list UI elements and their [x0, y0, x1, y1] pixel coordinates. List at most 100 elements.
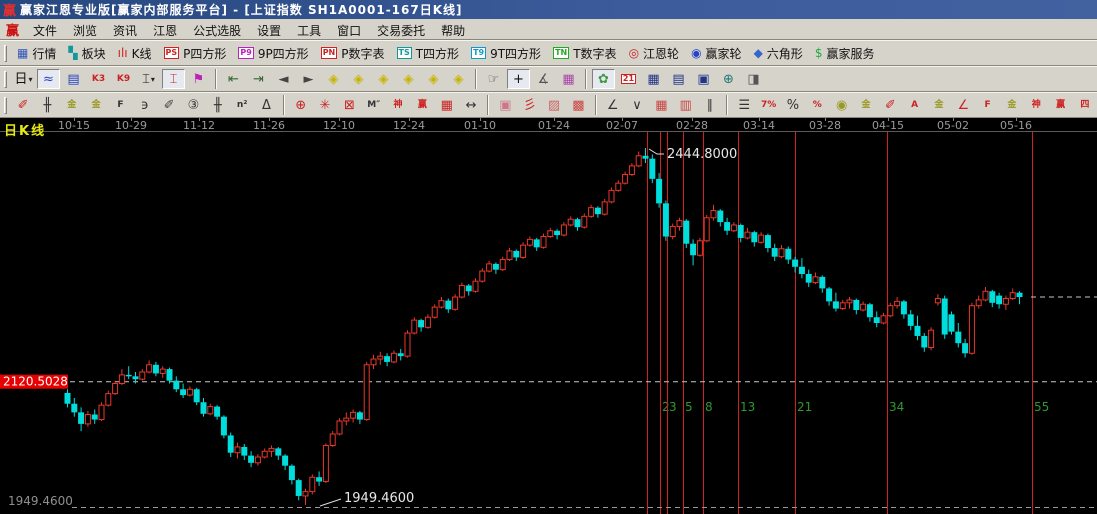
candle-type-dropdown-icon[interactable]: ▾: [151, 75, 155, 84]
9p-square-button[interactable]: P99P四方形: [233, 42, 313, 64]
win-angle-button[interactable]: 赢: [1049, 95, 1071, 115]
measure-angle-button[interactable]: ∡: [532, 69, 555, 89]
grid-ruler-button[interactable]: ▦: [436, 95, 458, 115]
chart-style-button[interactable]: ≈: [37, 69, 60, 89]
a-line-button[interactable]: A: [903, 95, 925, 115]
flag-chart-button[interactable]: ⚑: [187, 69, 210, 89]
winner-service-button[interactable]: $赢家服务: [810, 42, 880, 64]
percent-7-button[interactable]: 7%: [757, 95, 779, 115]
n-squared-button[interactable]: n²: [231, 95, 253, 115]
menu-item-7[interactable]: 工具: [289, 22, 329, 40]
goto-first-button[interactable]: ⇤: [222, 69, 245, 89]
save-button[interactable]: ▣: [692, 69, 715, 89]
period-day-button[interactable]: 日▾: [12, 69, 35, 89]
kline-chart[interactable]: 2358132134552120.50282444.80001949.46001…: [0, 132, 1097, 514]
angle-lines-button[interactable]: ∠: [602, 95, 624, 115]
kline-3-button[interactable]: K3: [87, 69, 110, 89]
menu-item-9[interactable]: 交易委托: [369, 22, 433, 40]
menu-item-6[interactable]: 设置: [249, 22, 289, 40]
crosshair-button[interactable]: +: [507, 69, 530, 89]
v-lines-button[interactable]: ∨: [626, 95, 648, 115]
chart-area[interactable]: 日K线 2358132134552120.50282444.80001949.4…: [0, 132, 1097, 514]
gann-right-button[interactable]: ◈: [347, 69, 370, 89]
menu-item-10[interactable]: 帮助: [433, 22, 473, 40]
circle-3-button[interactable]: ③: [182, 95, 204, 115]
kline-9-button[interactable]: K9: [112, 69, 135, 89]
sectors-button[interactable]: ▚板块: [63, 42, 110, 64]
gann-center-button[interactable]: ◈: [397, 69, 420, 89]
fence-button[interactable]: ╫: [36, 95, 58, 115]
network-button[interactable]: ⊕: [717, 69, 740, 89]
gann-left-button[interactable]: ◈: [322, 69, 345, 89]
f-fence-button[interactable]: F: [109, 95, 131, 115]
hexagon-button[interactable]: ◆六角形: [749, 42, 808, 64]
menu-item-3[interactable]: 资讯: [105, 22, 145, 40]
t-number-table-button[interactable]: TNT数字表: [548, 42, 622, 64]
gold-circle-button[interactable]: ◉: [830, 95, 852, 115]
hatch-box-2-button[interactable]: ▩: [567, 95, 589, 115]
drag-hand-button[interactable]: ☞: [482, 69, 505, 89]
fence-2-button[interactable]: ╫: [207, 95, 229, 115]
grid-purple-button[interactable]: ▦: [557, 69, 580, 89]
m-wave-button[interactable]: M″: [363, 95, 385, 115]
triangle-mirror-button[interactable]: Δ: [255, 95, 277, 115]
p-square-button[interactable]: PSP四方形: [159, 42, 232, 64]
god-angle-button[interactable]: 神: [1025, 95, 1047, 115]
gold-fence-2-button[interactable]: 金: [85, 95, 107, 115]
menu-item-1[interactable]: 文件: [25, 22, 65, 40]
four-angle-button[interactable]: 四: [1074, 95, 1096, 115]
kline-button[interactable]: ılıK线: [113, 42, 157, 64]
gold-angle-button[interactable]: 金: [1001, 95, 1023, 115]
pen-angle-button[interactable]: ✐: [879, 95, 901, 115]
gold-mark-button[interactable]: 金: [928, 95, 950, 115]
spiral-button[interactable]: ϶: [134, 95, 156, 115]
f-angle-button[interactable]: F: [976, 95, 998, 115]
calculator-button[interactable]: ▦: [642, 69, 665, 89]
menu-item-4[interactable]: 江恩: [145, 22, 185, 40]
gann-expand-button[interactable]: ◈: [422, 69, 445, 89]
web-box-button[interactable]: ⊠: [338, 95, 360, 115]
info-panel-button[interactable]: ▤: [62, 69, 85, 89]
grid-frame-button[interactable]: ▥: [675, 95, 697, 115]
levels-button[interactable]: ☰: [733, 95, 755, 115]
menu-item-5[interactable]: 公式选股: [185, 22, 249, 40]
remote-pc-button[interactable]: ◨: [742, 69, 765, 89]
god-fence-button[interactable]: 神: [387, 95, 409, 115]
9t-square-button[interactable]: T99T四方形: [466, 42, 546, 64]
winner-wheel-button[interactable]: ◉赢家轮: [686, 42, 747, 64]
j-angle-button[interactable]: ∠: [952, 95, 974, 115]
gold-lines-button[interactable]: 金: [855, 95, 877, 115]
percent-line-button[interactable]: %: [806, 95, 828, 115]
grid-red-button[interactable]: ▦: [650, 95, 672, 115]
goto-last-button[interactable]: ⇥: [247, 69, 270, 89]
step-back-button[interactable]: ◄: [272, 69, 295, 89]
win-fence-button[interactable]: 赢: [411, 95, 433, 115]
gann-full-button[interactable]: ◈: [447, 69, 470, 89]
t-square-button[interactable]: TST四方形: [392, 42, 465, 64]
period-day-dropdown-icon[interactable]: ▾: [29, 75, 33, 84]
percent-button[interactable]: %: [782, 95, 804, 115]
smart-analysis-button[interactable]: ✿: [592, 69, 615, 89]
ray-fan-button[interactable]: 彡: [519, 95, 541, 115]
gann-wheel-button[interactable]: ◎江恩轮: [624, 42, 685, 64]
hatch-box-button[interactable]: ▨: [543, 95, 565, 115]
outline-box-button[interactable]: ▣: [494, 95, 516, 115]
gann-web-button[interactable]: ✳: [314, 95, 336, 115]
calendar-21-button[interactable]: 21: [617, 69, 640, 89]
highlight-k-button[interactable]: ⌶: [162, 69, 185, 89]
candle-type-button[interactable]: ⌶▾: [137, 69, 160, 89]
toolbar-grip[interactable]: [4, 45, 7, 62]
menu-item-8[interactable]: 窗口: [329, 22, 369, 40]
gann-horizontal-button[interactable]: ◈: [372, 69, 395, 89]
toolbar-grip[interactable]: [4, 71, 7, 88]
pen-red-button[interactable]: ✐: [12, 95, 34, 115]
parallel-lines-button[interactable]: ∥: [699, 95, 721, 115]
step-forward-button[interactable]: ►: [297, 69, 320, 89]
p-number-table-button[interactable]: PNP数字表: [316, 42, 390, 64]
compass-circle-button[interactable]: ⊕: [290, 95, 312, 115]
menu-item-2[interactable]: 浏览: [65, 22, 105, 40]
pen-fence-button[interactable]: ✐: [158, 95, 180, 115]
quotes-button[interactable]: ▦行情: [12, 42, 61, 64]
width-arrows-button[interactable]: ↔: [460, 95, 482, 115]
gold-fence-button[interactable]: 金: [61, 95, 83, 115]
